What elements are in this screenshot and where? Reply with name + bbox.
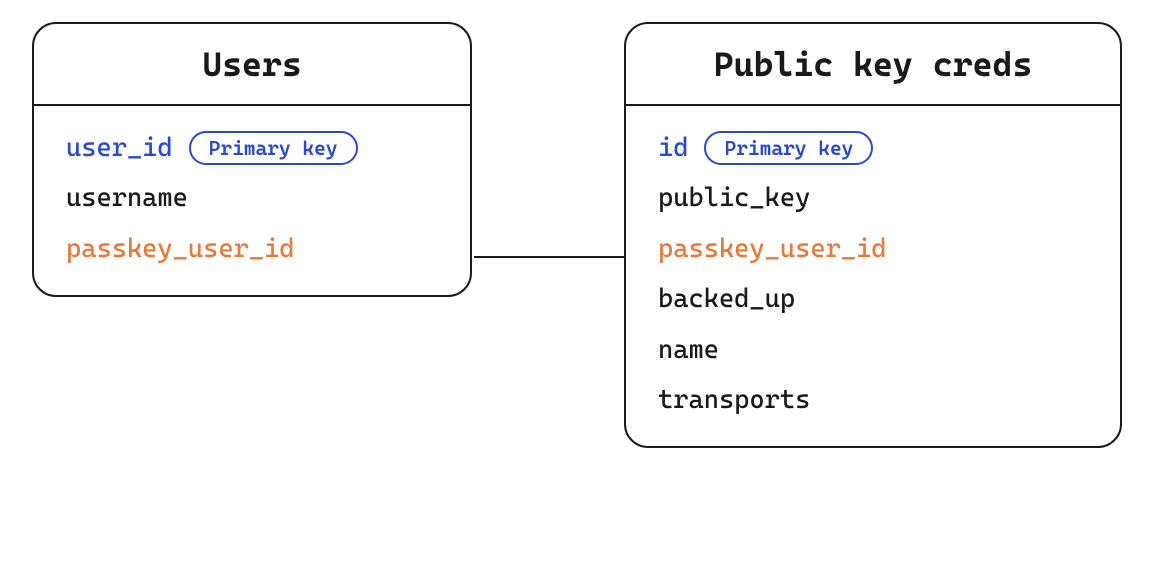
entity-users-body: user_id Primary key username passkey_use… xyxy=(34,106,470,295)
field-passkey-user-id: passkey_user_id xyxy=(658,231,887,267)
entity-users-title: Users xyxy=(34,24,470,106)
field-user-id: user_id xyxy=(66,130,173,166)
field-row: transports xyxy=(658,382,1088,418)
field-row: passkey_user_id xyxy=(66,231,438,267)
entity-public-key-creds-body: id Primary key public_key passkey_user_i… xyxy=(626,106,1120,446)
field-transports: transports xyxy=(658,382,810,418)
er-diagram: Users user_id Primary key username passk… xyxy=(0,0,1154,572)
field-row: username xyxy=(66,180,438,216)
entity-public-key-creds: Public key creds id Primary key public_k… xyxy=(624,22,1122,448)
entity-public-key-creds-title: Public key creds xyxy=(626,24,1120,106)
primary-key-badge: Primary key xyxy=(704,131,873,165)
primary-key-badge: Primary key xyxy=(189,131,358,165)
field-backed-up: backed_up xyxy=(658,281,795,317)
field-name: name xyxy=(658,332,719,368)
relationship-line xyxy=(474,256,624,258)
field-row: name xyxy=(658,332,1088,368)
field-passkey-user-id: passkey_user_id xyxy=(66,231,295,267)
field-row: public_key xyxy=(658,180,1088,216)
field-username: username xyxy=(66,180,188,216)
field-row: passkey_user_id xyxy=(658,231,1088,267)
field-row: user_id Primary key xyxy=(66,130,438,166)
field-row: id Primary key xyxy=(658,130,1088,166)
field-public-key: public_key xyxy=(658,180,810,216)
entity-users: Users user_id Primary key username passk… xyxy=(32,22,472,297)
field-id: id xyxy=(658,130,688,166)
field-row: backed_up xyxy=(658,281,1088,317)
